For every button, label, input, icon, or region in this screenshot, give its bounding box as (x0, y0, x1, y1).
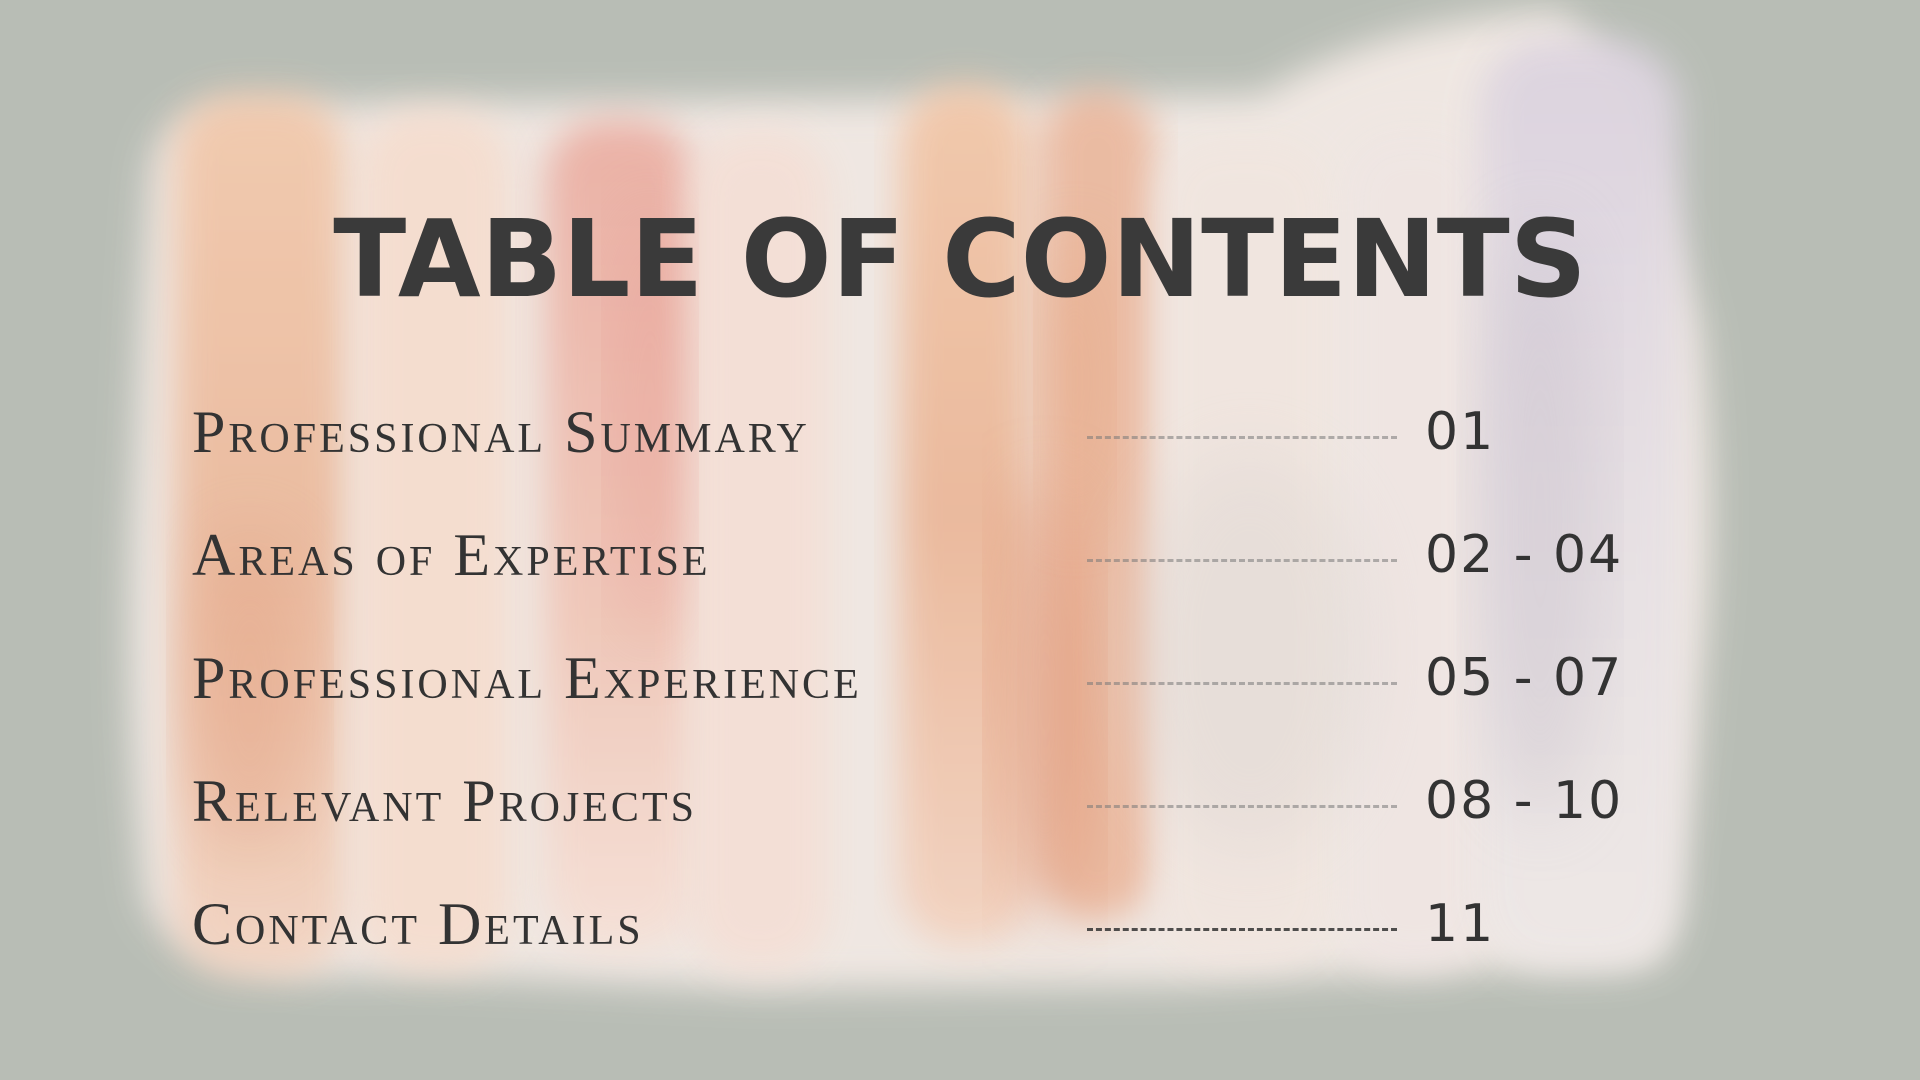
dotted-leader (1087, 559, 1397, 562)
toc-entry-pages: 11 (1425, 894, 1496, 954)
toc-entry-pages: 05 - 07 (1425, 648, 1624, 708)
toc-entry-areas-of-expertise[interactable]: Areas of Expertise 02 - 04 (192, 520, 1652, 590)
toc-entry-pages: 01 (1425, 402, 1496, 462)
dotted-leader (1087, 928, 1397, 931)
toc-entry-label: Professional Summary (192, 399, 810, 465)
toc-entry-pages: 08 - 10 (1425, 771, 1624, 831)
dotted-leader (1087, 682, 1397, 685)
toc-entry-professional-experience[interactable]: Professional Experience 05 - 07 (192, 643, 1652, 713)
dotted-leader (1087, 805, 1397, 808)
toc-entry-relevant-projects[interactable]: Relevant Projects 08 - 10 (192, 766, 1652, 836)
table-of-contents: Professional Summary 01 Areas of Experti… (0, 0, 1920, 1080)
dotted-leader (1087, 436, 1397, 439)
toc-entry-label: Areas of Expertise (192, 522, 711, 588)
slide: TABLE OF CONTENTS Professional Summary 0… (0, 0, 1920, 1080)
toc-entry-pages: 02 - 04 (1425, 525, 1624, 585)
toc-entry-contact-details[interactable]: Contact Details 11 (192, 889, 1652, 959)
toc-entry-professional-summary[interactable]: Professional Summary 01 (192, 397, 1652, 467)
toc-entry-label: Relevant Projects (192, 768, 697, 834)
toc-entry-label: Contact Details (192, 891, 644, 957)
toc-entry-label: Professional Experience (192, 645, 862, 711)
